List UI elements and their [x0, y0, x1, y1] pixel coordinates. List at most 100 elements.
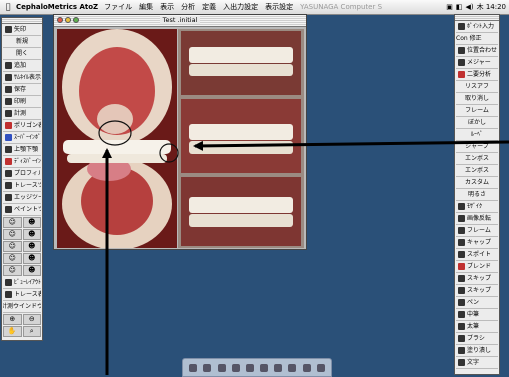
- face-icon-7[interactable]: ☺: [3, 253, 22, 264]
- right-tool-18[interactable]: キャップ: [456, 237, 498, 249]
- brush-icon: [458, 335, 465, 342]
- clock-app-icon[interactable]: [203, 363, 212, 372]
- clock-text: 木 14:20: [476, 3, 506, 11]
- display-superimpose-button[interactable]: ﾃﾞｨｽﾊﾟｰｲﾝﾎﾟｽﾞ: [3, 156, 41, 168]
- right-tool-17[interactable]: フレーム: [456, 225, 498, 237]
- app-menu[interactable]: CephaloMetrics AtoZ: [16, 0, 98, 14]
- right-tool-8[interactable]: ぼかし: [456, 117, 498, 129]
- profile-button[interactable]: プロフィル: [3, 168, 41, 180]
- jaw-icon: [5, 146, 12, 153]
- right-tool-6[interactable]: 取り消し: [456, 93, 498, 105]
- window-title: Test .initial: [159, 16, 201, 24]
- right-tool-19[interactable]: スポイト: [456, 249, 498, 261]
- zoom-out-icon[interactable]: ⊖: [22, 314, 41, 325]
- face-icon-6[interactable]: ☻: [22, 241, 41, 252]
- document-icon[interactable]: [288, 363, 297, 372]
- trace-display-button[interactable]: トレース表示: [3, 289, 41, 301]
- menu-io-settings[interactable]: 入出力設定: [223, 0, 258, 14]
- right-tool-28[interactable]: 文字: [456, 357, 498, 369]
- upper-lower-jaw-button[interactable]: 上顎下顎: [3, 144, 41, 156]
- menu-view[interactable]: 表示: [160, 0, 174, 14]
- zoom-icon[interactable]: [73, 17, 79, 23]
- add-button[interactable]: 追加: [3, 60, 41, 72]
- monitor-icon[interactable]: ▣: [446, 0, 453, 14]
- window-titlebar[interactable]: Test .initial: [54, 15, 306, 27]
- zoom-tools: ⊕ ⊖ ✋ ⌕: [2, 313, 42, 338]
- face-icon-10[interactable]: ☻: [22, 265, 41, 276]
- trace-icon: [5, 182, 12, 189]
- right-tool-23[interactable]: ペン: [456, 297, 498, 309]
- finder-icon[interactable]: [189, 363, 198, 372]
- right-tool-24[interactable]: 中筆: [456, 309, 498, 321]
- right-tool-15[interactable]: ﾓｻﾞｲｸ: [456, 201, 498, 213]
- face-icon-4[interactable]: ☻: [22, 229, 41, 240]
- front-teeth-upper: [189, 47, 293, 63]
- right-tool-27[interactable]: 塗り潰し: [456, 345, 498, 357]
- right-tool-12[interactable]: エンボス: [456, 165, 498, 177]
- image-icon[interactable]: [274, 363, 283, 372]
- paint-tool-button[interactable]: ペイントツール: [3, 204, 41, 216]
- minimize-icon[interactable]: [65, 17, 71, 23]
- right-tool-13[interactable]: カスタム: [456, 177, 498, 189]
- right-tool-14[interactable]: 明るさ: [456, 189, 498, 201]
- right-tool-22[interactable]: スキップ: [456, 285, 498, 297]
- face-icon-8[interactable]: ☻: [22, 253, 41, 264]
- save-button[interactable]: 保存: [3, 84, 41, 96]
- open-button[interactable]: 開く: [3, 48, 41, 60]
- dental-photos: [57, 29, 304, 250]
- mosaic-icon: [458, 203, 465, 210]
- volume-icon[interactable]: ◀): [465, 0, 473, 14]
- right-tool-10[interactable]: シャープ: [456, 141, 498, 153]
- right-tool-7[interactable]: フレーム: [456, 105, 498, 117]
- right-tool-25[interactable]: 太筆: [456, 321, 498, 333]
- right-tool-20[interactable]: ブレンド: [456, 261, 498, 273]
- menu-analysis[interactable]: 分析: [181, 0, 195, 14]
- measure-button[interactable]: 計測: [3, 108, 41, 120]
- menu-edit[interactable]: 編集: [139, 0, 153, 14]
- measure-window-button[interactable]: 計測ウインドウ: [3, 301, 41, 313]
- close-icon[interactable]: [57, 17, 63, 23]
- photo-area[interactable]: [57, 29, 304, 250]
- display-icon[interactable]: ◧: [456, 0, 463, 14]
- face-icon-9[interactable]: ☺: [3, 265, 22, 276]
- print-button[interactable]: 印刷: [3, 96, 41, 108]
- zoom-in-icon[interactable]: ⊕: [3, 314, 22, 325]
- menu-definition[interactable]: 定義: [202, 0, 216, 14]
- arrow-tool-button[interactable]: 矢印: [3, 24, 41, 36]
- right-tool-4[interactable]: 二要分析: [456, 69, 498, 81]
- search-icon[interactable]: [302, 363, 311, 372]
- tool-icon[interactable]: [260, 363, 269, 372]
- right-tool-26[interactable]: ブラシ: [456, 333, 498, 345]
- face-icon-1[interactable]: ☺: [3, 217, 22, 228]
- trash-icon[interactable]: [316, 363, 325, 372]
- trace-tool-button[interactable]: トレースツール: [3, 180, 41, 192]
- hand-icon[interactable]: ✋: [3, 326, 22, 337]
- right-tool-1[interactable]: Con 修正: [456, 33, 498, 45]
- edge-tool-button[interactable]: エッジツール: [3, 192, 41, 204]
- menu-bar:  CephaloMetrics AtoZ ファイル 編集 表示 分析 定義 入…: [0, 0, 509, 15]
- right-tool-16[interactable]: 画像反転: [456, 213, 498, 225]
- right-tool-21[interactable]: スキップ: [456, 273, 498, 285]
- app-icon[interactable]: [245, 363, 254, 372]
- right-tool-9[interactable]: ﾙｰﾍﾟ: [456, 129, 498, 141]
- right-tool-5[interactable]: リスアフ: [456, 81, 498, 93]
- face-icon-2[interactable]: ☻: [22, 217, 41, 228]
- face-icon-5[interactable]: ☺: [3, 241, 22, 252]
- superimpose-button[interactable]: ｽｰﾊﾟｰｲﾝﾎﾟｽﾞ: [3, 132, 41, 144]
- apple-menu-icon[interactable]: : [0, 0, 16, 14]
- mail-icon[interactable]: [231, 363, 240, 372]
- polygon-button[interactable]: ポリゴン表: [3, 120, 41, 132]
- new-button[interactable]: 新規: [3, 36, 41, 48]
- right-tool-3[interactable]: メジャー: [456, 57, 498, 69]
- face-icon-3[interactable]: ☺: [3, 229, 22, 240]
- view-layout-button[interactable]: ﾋﾞｭｰﾚｲｱｳﾄ: [3, 277, 41, 289]
- menu-file[interactable]: ファイル: [104, 0, 132, 14]
- menu-display-settings[interactable]: 表示設定: [265, 0, 293, 14]
- right-tool-0[interactable]: ﾎﾟｲﾝﾄ入力: [456, 21, 498, 33]
- face-icon-grid: ☺ ☻ ☺ ☻ ☺ ☻ ☺ ☻ ☺ ☻: [2, 216, 42, 277]
- globe-icon[interactable]: [217, 363, 226, 372]
- magnifier-icon[interactable]: ⌕: [22, 326, 41, 337]
- thumbnail-button[interactable]: ｻﾑﾈｲﾙ表示: [3, 72, 41, 84]
- right-tool-11[interactable]: エンボス: [456, 153, 498, 165]
- right-tool-2[interactable]: 位置合わせ: [456, 45, 498, 57]
